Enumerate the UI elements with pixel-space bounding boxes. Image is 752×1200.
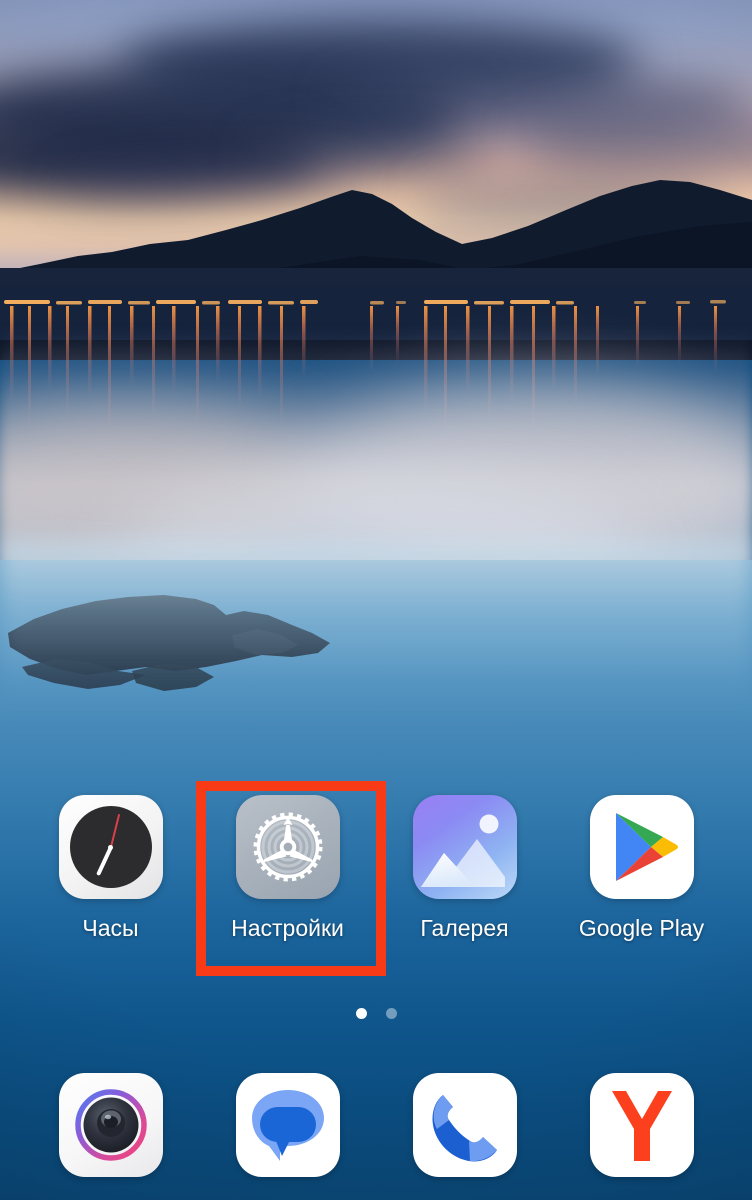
app-gallery-label: Галерея	[420, 915, 509, 941]
android-home-screen: Часы Настройки Галерея Google Play	[0, 0, 752, 1200]
camera-icon[interactable]	[58, 1073, 163, 1177]
dock-camera[interactable]	[36, 1073, 186, 1177]
phone-icon[interactable]	[412, 1073, 517, 1177]
clock-icon[interactable]	[58, 795, 163, 899]
clock-second-hand	[109, 813, 120, 848]
yandex-browser-icon[interactable]	[589, 1073, 694, 1177]
clock-face	[69, 806, 152, 888]
app-grid: Часы Настройки Галерея Google Play	[0, 795, 752, 942]
app-google-play[interactable]: Google Play	[567, 795, 717, 942]
image-glyph	[420, 814, 505, 887]
dock	[0, 1073, 752, 1177]
cloud-band	[330, 70, 750, 140]
dock-phone[interactable]	[390, 1073, 540, 1177]
app-clock[interactable]: Часы	[36, 795, 186, 942]
messages-glyph	[251, 1090, 324, 1161]
app-google-play-label: Google Play	[578, 915, 705, 941]
page-indicator	[0, 1008, 752, 1019]
dock-messages[interactable]	[213, 1073, 363, 1177]
camera-glyph	[74, 1089, 147, 1161]
yandex-glyph	[611, 1091, 672, 1161]
app-settings[interactable]: Настройки	[213, 795, 363, 942]
app-clock-label: Часы	[82, 915, 139, 941]
page-dot-1[interactable]	[355, 1008, 367, 1019]
mist-blob	[120, 470, 640, 650]
phone-glyph	[431, 1095, 497, 1162]
clock-minute-hand	[95, 846, 113, 876]
cloud-band	[120, 18, 640, 108]
image-icon[interactable]	[412, 795, 517, 899]
app-settings-label: Настройки	[231, 915, 344, 941]
cloud-band	[0, 62, 460, 167]
clock-center-pin	[108, 844, 113, 850]
play-store-icon[interactable]	[589, 795, 694, 899]
messages-icon[interactable]	[235, 1073, 340, 1177]
play-store-glyph	[615, 813, 678, 881]
app-gallery[interactable]: Галерея	[390, 795, 540, 942]
gear-glyph	[253, 812, 322, 882]
gear-icon[interactable]	[235, 795, 340, 899]
dock-yandex[interactable]	[567, 1073, 717, 1177]
page-dot-2[interactable]	[385, 1008, 397, 1019]
